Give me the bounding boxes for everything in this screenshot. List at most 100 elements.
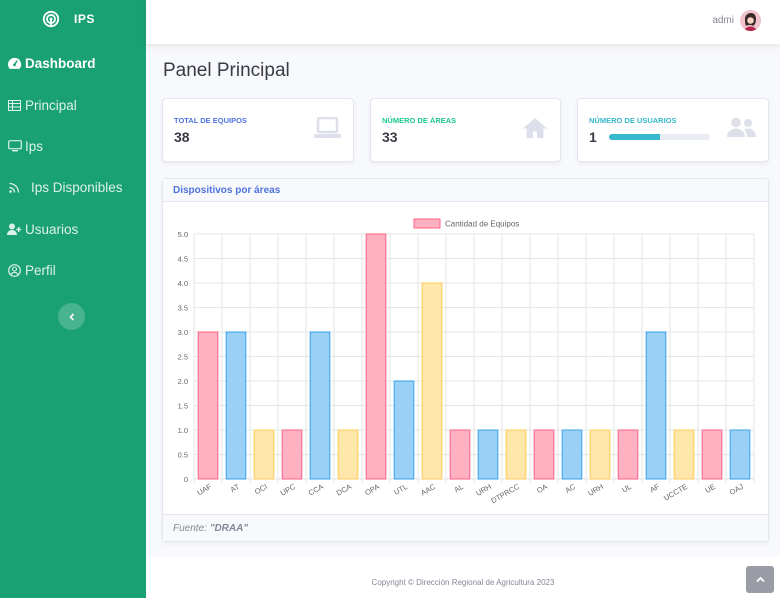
bar: [645, 331, 667, 480]
users-progress-bar: [609, 134, 710, 140]
sidebar-item-perfil[interactable]: Perfil: [0, 260, 146, 280]
x-tick-label: UTL: [392, 482, 409, 497]
copyright-text: Copyright © Dirección Regional de Agricu…: [371, 578, 555, 587]
sidebar-item-principal[interactable]: Principal: [0, 95, 146, 115]
stat-value: 1: [589, 129, 597, 145]
bar: [561, 429, 583, 480]
bar: [477, 429, 499, 480]
y-tick-label: 3.5: [178, 304, 188, 313]
bar: [617, 429, 639, 480]
x-tick-label: UAF: [196, 482, 214, 498]
legend-swatch: [413, 218, 441, 229]
footer: Copyright © Dirección Regional de Agricu…: [146, 557, 780, 598]
chart-card-title: Dispositivos por áreas: [163, 179, 768, 202]
brand-name: IPS: [74, 12, 95, 26]
topbar: admi: [146, 0, 780, 44]
bar: [393, 380, 415, 480]
x-tick-label: OA: [535, 482, 549, 495]
sidebar-item-label: Dashboard: [25, 55, 96, 71]
x-tick-label: UPC: [279, 482, 298, 498]
stat-card-areas: NÚMERO DE ÁREAS 33: [370, 98, 561, 162]
signal-icon: [42, 10, 60, 28]
y-tick-label: 1.0: [178, 426, 188, 435]
avatar: [740, 10, 761, 31]
stat-card-usuarios: NÚMERO DE USUARIOS 1: [577, 98, 769, 162]
stat-label: NÚMERO DE ÁREAS: [382, 116, 457, 125]
bar: [281, 429, 303, 480]
x-tick-label: DTPRCC: [489, 482, 521, 506]
bar-chart: Cantidad de Equipos 0 0.5 1.0 1.5 2.0 2.5 3.0 3.…: [178, 218, 755, 506]
bar: [337, 429, 359, 480]
stat-card-equipos: TOTAL DE EQUIPOS 38: [162, 98, 354, 162]
stat-label: TOTAL DE EQUIPOS: [174, 116, 247, 125]
bar: [673, 429, 695, 480]
rss-icon: [7, 181, 22, 194]
user-menu[interactable]: admi: [712, 10, 761, 31]
sidebar-toggle-button[interactable]: [58, 303, 85, 330]
x-tick-label: UCCTE: [662, 482, 689, 503]
user-name: admi: [712, 15, 734, 26]
sidebar-item-dashboard[interactable]: Dashboard: [0, 53, 146, 73]
legend-label: Cantidad de Equipos: [445, 220, 519, 229]
y-tick-label: 4.5: [178, 255, 188, 264]
chevron-up-icon: [755, 576, 765, 583]
bar: [449, 429, 471, 480]
bar: [729, 429, 751, 480]
bar: [197, 331, 219, 480]
x-tick-label: OPA: [363, 482, 381, 497]
x-tick-label: AC: [563, 482, 577, 495]
bar: [589, 429, 611, 480]
bar: [533, 429, 555, 480]
bar: [505, 429, 527, 480]
x-tick-label: AT: [229, 482, 242, 495]
sidebar-item-label: Ips: [25, 138, 44, 154]
x-tick-label: UL: [620, 482, 633, 495]
y-tick-label: 1.5: [178, 402, 188, 411]
sidebar: IPS Dashboard Principal Ips Ips Disponib…: [0, 0, 146, 598]
stat-label: NÚMERO DE USUARIOS: [589, 116, 677, 125]
bar: [701, 429, 723, 480]
x-tick-label: AL: [453, 482, 465, 494]
x-tick-label: AAC: [419, 482, 437, 498]
bar: [225, 331, 247, 480]
x-tick-label: OAJ: [728, 482, 745, 497]
tachometer-icon: [7, 57, 22, 70]
y-tick-label: 5.0: [178, 230, 188, 239]
sidebar-item-ips[interactable]: Ips: [0, 136, 146, 156]
sidebar-item-usuarios[interactable]: Usuarios: [0, 219, 146, 239]
bar: [309, 331, 331, 480]
sidebar-item-label: Ips Disponibles: [31, 179, 123, 195]
stat-value: 33: [382, 129, 398, 145]
x-tick-label: DCA: [335, 482, 353, 498]
desktop-icon: [7, 140, 22, 153]
x-tick-label: URH: [474, 482, 493, 498]
stat-value: 38: [174, 129, 190, 145]
sidebar-item-label: Principal: [25, 97, 77, 113]
laptop-icon: [314, 117, 341, 138]
y-tick-label: 3.0: [178, 328, 188, 337]
scroll-to-top-button[interactable]: [746, 566, 774, 593]
x-tick-label: AF: [648, 482, 661, 495]
brand[interactable]: IPS: [0, 0, 146, 38]
y-tick-label: 2.0: [178, 377, 188, 386]
y-tick-label: 0.5: [178, 451, 188, 460]
sidebar-item-ips-disponibles[interactable]: Ips Disponibles: [0, 177, 146, 197]
sidebar-item-label: Usuarios: [25, 221, 79, 237]
chevron-left-icon: [68, 312, 74, 321]
chart-card: Dispositivos por áreas Cantidad de Equip…: [162, 178, 769, 542]
progress-fill: [609, 134, 660, 140]
x-tick-label: OCI: [253, 482, 269, 496]
sidebar-item-label: Perfil: [25, 262, 56, 278]
x-tick-label: URH: [586, 482, 605, 498]
y-tick-label: 0: [184, 475, 188, 484]
y-tick-label: 4.0: [178, 279, 188, 288]
bar: [421, 282, 443, 480]
chart-source-name: "DRAA": [209, 522, 249, 534]
users-icon: [727, 117, 756, 137]
x-tick-label: CCA: [307, 482, 325, 498]
user-circle-icon: [7, 263, 22, 277]
chart-source: Fuente: "DRAA": [163, 514, 768, 541]
user-plus-icon: [7, 223, 22, 236]
x-tick-label: UE: [703, 482, 717, 495]
chart-source-prefix: Fuente:: [173, 522, 210, 534]
